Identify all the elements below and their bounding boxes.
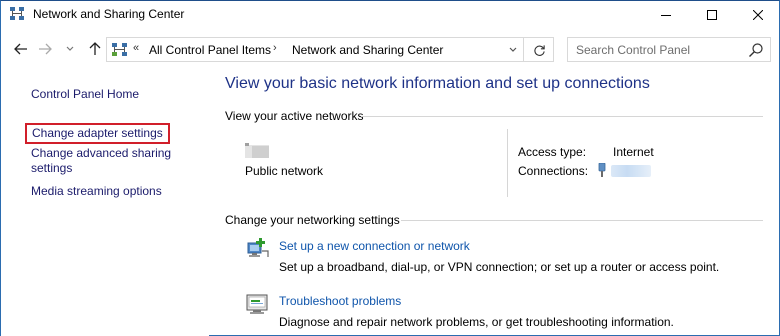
ethernet-connection-icon[interactable] <box>597 162 607 177</box>
sidebar-item-change-adapter-settings[interactable]: Change adapter settings <box>25 123 170 144</box>
window-title: Network and Sharing Center <box>33 7 185 21</box>
control-panel-icon <box>111 41 129 59</box>
active-networks-heading: View your active networks <box>225 109 364 123</box>
back-button[interactable] <box>11 39 31 59</box>
breadcrumb-network-and-sharing-center[interactable]: Network and Sharing Center <box>292 43 443 57</box>
sidebar-item-change-advanced-sharing-settings[interactable]: Change advanced sharing settings <box>31 146 201 176</box>
connection-name-link[interactable] <box>611 165 651 177</box>
network-center-app-icon <box>9 6 25 22</box>
sidebar-item-control-panel-home[interactable]: Control Panel Home <box>31 87 139 102</box>
maximize-button[interactable] <box>689 1 735 29</box>
search-input[interactable]: Search Control Panel <box>576 43 690 57</box>
window: Network and Sharing Center « All Control… <box>0 0 780 336</box>
address-divider <box>523 38 524 61</box>
address-overflow-chevron[interactable]: « <box>133 42 139 54</box>
network-setup-icon <box>245 237 269 259</box>
section-divider <box>361 116 763 117</box>
set-up-new-connection-link[interactable]: Set up a new connection or network <box>279 239 470 253</box>
sidebar: Control Panel Home Change adapter settin… <box>1 69 209 336</box>
search-icon[interactable] <box>748 42 764 58</box>
public-network-icon <box>243 142 271 160</box>
navigation-bar: « All Control Panel Items › Network and … <box>1 29 779 69</box>
refresh-button[interactable] <box>528 40 550 60</box>
forward-button[interactable] <box>35 39 55 59</box>
refresh-icon <box>533 44 545 56</box>
network-divider <box>507 129 508 197</box>
address-dropdown-button[interactable] <box>504 41 522 59</box>
close-button[interactable] <box>735 1 780 29</box>
page-title: View your basic network information and … <box>225 75 650 92</box>
access-type-value: Internet <box>613 145 654 159</box>
set-up-new-connection-description: Set up a broadband, dial-up, or VPN conn… <box>279 260 720 274</box>
troubleshoot-problems-link[interactable]: Troubleshoot problems <box>279 294 401 308</box>
access-type-label: Access type: <box>518 145 587 159</box>
change-settings-heading: Change your networking settings <box>225 213 400 227</box>
recent-locations-button[interactable] <box>63 39 77 59</box>
connections-label: Connections: <box>518 164 589 178</box>
address-bar[interactable]: « All Control Panel Items › Network and … <box>106 37 554 62</box>
sidebar-item-media-streaming-options[interactable]: Media streaming options <box>31 184 162 199</box>
breadcrumb-all-control-panel-items[interactable]: All Control Panel Items <box>149 43 271 57</box>
section-divider <box>401 220 763 221</box>
search-box[interactable]: Search Control Panel <box>567 37 771 62</box>
breadcrumb-separator[interactable]: › <box>273 42 277 54</box>
network-name: Public network <box>245 164 324 178</box>
troubleshoot-problems-description: Diagnose and repair network problems, or… <box>279 315 674 329</box>
title-bar: Network and Sharing Center <box>1 1 779 29</box>
main-content: View your basic network information and … <box>209 69 779 336</box>
troubleshoot-icon <box>245 293 269 315</box>
up-button[interactable] <box>85 39 105 59</box>
minimize-button[interactable] <box>643 1 689 29</box>
